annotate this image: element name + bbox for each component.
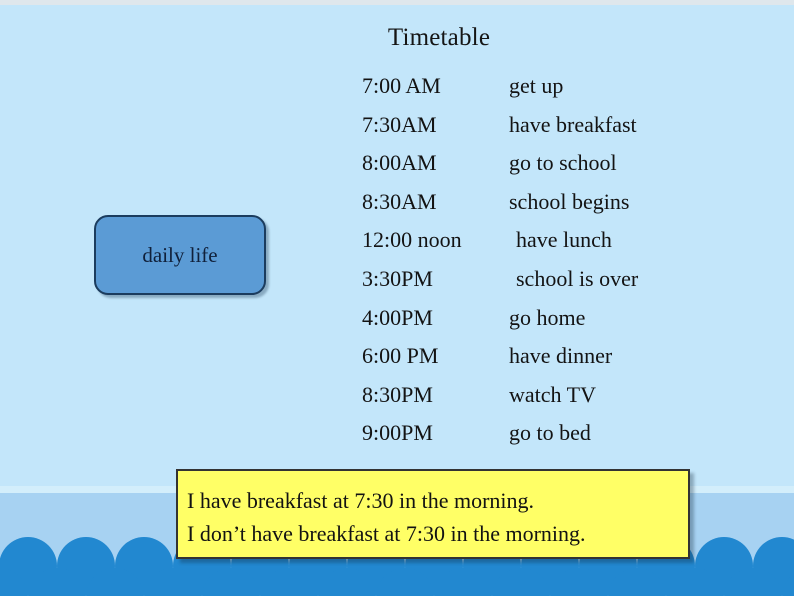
timetable-time: 7:30AM bbox=[362, 111, 437, 137]
timetable-row: 3:30PM school is over bbox=[362, 266, 762, 305]
scallop-circle bbox=[86, 568, 144, 596]
scallop-circle bbox=[782, 568, 794, 596]
scallop-circle bbox=[202, 568, 260, 596]
timetable-activity: have breakfast bbox=[509, 111, 637, 137]
timetable-time: 7:00 AM bbox=[362, 73, 441, 98]
timetable-activity: get up bbox=[509, 73, 564, 98]
scallop-circle bbox=[550, 568, 608, 596]
callout-line: I don’t have breakfast at 7:30 in the mo… bbox=[187, 521, 586, 546]
timetable-activity: watch TV bbox=[509, 381, 596, 407]
callout-line: I have breakfast at 7:30 in the morning. bbox=[187, 488, 535, 513]
timetable-row: 9:00PM go to bed bbox=[362, 420, 762, 459]
timetable-row: 8:30PM watch TV bbox=[362, 382, 762, 421]
example-sentences-callout: I have breakfast at 7:30 in the morning.… bbox=[176, 469, 690, 559]
daily-life-box[interactable]: daily life bbox=[94, 215, 266, 295]
timetable-time: 6:00 PM bbox=[362, 343, 439, 369]
timetable-row: 8:30AM school begins bbox=[362, 189, 762, 228]
daily-life-label: daily life bbox=[142, 242, 218, 267]
timetable-row: 4:00PM go home bbox=[362, 305, 762, 344]
timetable-activity: school begins bbox=[509, 188, 630, 214]
timetable-time: 8:30AM bbox=[362, 188, 437, 214]
scallop-circle bbox=[144, 568, 202, 596]
timetable-list: 7:00 AM get up 7:30AM have breakfast 8:00AM g… bbox=[362, 73, 762, 459]
scallop-circle bbox=[28, 568, 86, 596]
timetable-row: 12:00 noon have lunch bbox=[362, 227, 762, 266]
timetable-row: 8:00AM go to school bbox=[362, 150, 762, 189]
timetable-activity: have dinner bbox=[509, 343, 613, 369]
scallop-circle bbox=[492, 568, 550, 596]
timetable-activity: have lunch bbox=[516, 227, 612, 253]
timetable-row: 7:00 AM get up bbox=[362, 73, 762, 112]
scallop-row-front bbox=[0, 568, 794, 596]
scallop-circle bbox=[318, 568, 376, 596]
timetable-activity: go to bed bbox=[509, 420, 591, 446]
timetable-activity: go to school bbox=[509, 150, 617, 176]
timetable-time: 8:00AM bbox=[362, 150, 437, 176]
timetable-row: 7:30AM have breakfast bbox=[362, 112, 762, 151]
scallop-circle bbox=[260, 568, 318, 596]
scallop-circle bbox=[724, 568, 782, 596]
timetable-activity: school is over bbox=[516, 265, 639, 291]
page-title: Timetable bbox=[0, 24, 794, 52]
slide-canvas: Timetable daily life 7:00 AM get up 7:30AM… bbox=[0, 0, 794, 596]
scallop-circle bbox=[608, 568, 666, 596]
page-title-text: Timetable bbox=[387, 24, 491, 51]
timetable-row: 6:00 PM have dinner bbox=[362, 343, 762, 382]
scallop-circle bbox=[376, 568, 434, 596]
timetable-activity: go home bbox=[509, 304, 586, 330]
scallop-circle bbox=[666, 568, 724, 596]
timetable-time: 8:30PM bbox=[362, 381, 433, 407]
timetable-time: 12:00 noon bbox=[362, 227, 462, 253]
timetable-time: 9:00PM bbox=[362, 420, 433, 446]
timetable-time: 3:30PM bbox=[362, 265, 433, 291]
scallop-circle bbox=[0, 568, 28, 596]
scallop-circle bbox=[434, 568, 492, 596]
timetable-time: 4:00PM bbox=[362, 304, 433, 330]
